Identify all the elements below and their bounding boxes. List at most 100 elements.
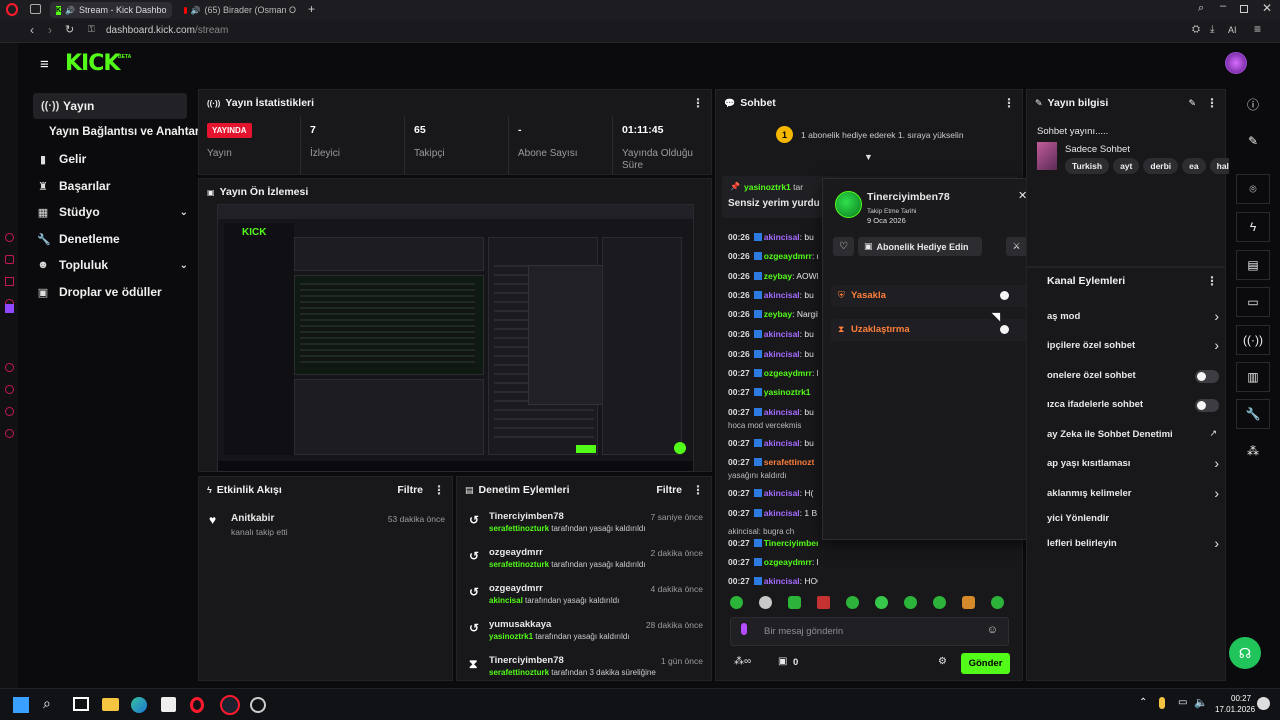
channel-action-row[interactable]: lefleri belirleyin › [1047,535,1219,555]
help-button[interactable]: ☊ [1229,637,1261,669]
tab-kick-dashboard[interactable]: K 🔊 Stream - Kick Dashbo [50,2,172,18]
search-icon[interactable]: ⌕ [43,695,51,712]
pencil-icon[interactable]: ✎ [1236,126,1270,156]
emote-icon[interactable] [991,596,1004,609]
gift-leaderboard-banner[interactable]: 1 1 abonelik hediye ederek 1. sıraya yük… [776,126,964,143]
lightning-icon[interactable]: ϟ [1236,212,1270,242]
sidebar-app-icon[interactable] [5,277,14,286]
emote-icon[interactable] [759,596,772,609]
emote-icon[interactable] [875,596,888,609]
toggle-switch[interactable] [1195,399,1219,412]
filter-button[interactable]: Filtre [656,484,682,496]
emote-icon[interactable] [817,596,830,609]
chat-bubble-icon[interactable]: ▭ [1236,287,1270,317]
info-icon[interactable]: ⓘ [1236,89,1270,119]
close-window-icon[interactable]: ✕ [1262,1,1272,15]
avatar[interactable] [835,191,862,218]
emote-icon[interactable] [962,596,975,609]
edit-icon[interactable]: ✎ [1188,98,1196,109]
chat-message[interactable]: 00:27 serafettinozt [728,457,818,467]
workspace-icon[interactable] [30,4,41,14]
url-field[interactable]: dashboard.kick.com/stream [106,25,228,36]
chat-message[interactable]: 00:27 yasinoztrk1 [728,387,818,397]
network-icon[interactable]: ▭ [1178,697,1187,708]
clock-time[interactable]: 00:27 [1231,694,1251,703]
menu-icon[interactable]: ≡ [1254,22,1261,36]
username[interactable]: Tinerciyimben78 [867,191,950,203]
timeout-row[interactable]: ⧗ Uzaklaştırma [831,319,1027,341]
emote-icon[interactable] [904,596,917,609]
hamburger-menu-icon[interactable]: ≡ [40,56,49,73]
chat-message[interactable]: akincisal: bugra ch [728,526,818,536]
windows-start-icon[interactable] [13,697,29,713]
chat-message[interactable]: 00:27Tinerciyimben7 [728,538,818,548]
notification-icon[interactable] [1257,697,1270,710]
channel-action-row[interactable]: onelere özel sohbet [1047,367,1219,387]
emote-icon[interactable] [846,596,859,609]
more-options-icon[interactable]: ⋮ [1206,96,1218,110]
chat-message[interactable]: yasağını kaldırdı [728,470,818,480]
twitch-icon[interactable] [5,304,14,313]
ai-button[interactable]: AI [1228,25,1237,35]
channel-action-row[interactable]: ap yaşı kısıtlaması › [1047,455,1219,475]
people-icon[interactable]: ⁂∞ [734,656,751,667]
clock-date[interactable]: 17.01.2026 [1215,705,1255,714]
chat-message[interactable]: 00:27akincisal: HOCAM [728,576,818,586]
emote-icon[interactable] [933,596,946,609]
mod-shield-button[interactable]: ⚔ [1006,237,1027,256]
filter-button[interactable]: Filtre [397,484,423,496]
sidebar-app-icon[interactable] [5,407,14,416]
camera-icon[interactable]: ⌾ [1236,174,1270,204]
more-options-icon[interactable]: ⋮ [1206,274,1218,288]
tag-chip[interactable]: ayt [1113,158,1140,174]
chat-input[interactable]: Bir mesaj gönderin ☺ [730,617,1009,646]
chat-message[interactable]: 00:26 akincisal: bu [728,232,818,242]
chat-message[interactable]: 00:26ozgeaydmrr: na [728,251,818,261]
send-button[interactable]: Gönder [961,653,1010,674]
store-icon[interactable] [161,697,176,712]
microphone-icon[interactable] [741,623,747,635]
more-options-icon[interactable]: ⋮ [692,96,704,110]
opera-logo-icon[interactable] [6,3,18,16]
sidebar-item-achievements[interactable]: ♜ Başarılar [33,173,110,199]
chat-message[interactable]: 00:27ozgeaydmrr: hocam ya [728,557,818,567]
chat-message[interactable]: 00:27ozgeaydmrr: he [728,368,818,378]
reload-icon[interactable]: ↻ [65,23,74,36]
chat-message[interactable]: 00:26zeybay: AOWM [728,271,818,281]
volume-icon[interactable]: 🔈 [1194,696,1208,709]
more-options-icon[interactable]: ⋮ [433,483,445,497]
download-icon[interactable]: ⤓ [1210,24,1214,35]
minimize-icon[interactable]: – [1220,0,1226,12]
channel-action-row[interactable]: ipçilere özel sohbet › [1047,337,1219,357]
chat-message[interactable]: 00:27 akincisal: 1 B [728,508,818,518]
tray-chevron-icon[interactable]: ⌃ [1139,697,1147,708]
opera-icon[interactable] [190,697,204,713]
chat-message[interactable]: 00:26 akincisal: bu [728,290,818,300]
sidebar-app-icon[interactable] [5,233,14,242]
emote-icon[interactable] [730,596,743,609]
sidebar-app-icon[interactable] [5,255,14,264]
people-icon[interactable]: ⁂ [1236,436,1270,466]
channel-action-row[interactable]: ay Zeka ile Sohbet Denetimi ↗ [1047,426,1219,446]
settings-icon[interactable]: ⚙ [938,656,947,667]
extensions-icon[interactable]: ⛭ [1192,24,1200,35]
sidebar-item-moderation[interactable]: 🔧 Denetleme [33,226,120,252]
channel-action-row[interactable]: aklanmış kelimeler › [1047,485,1219,505]
gift-icon[interactable]: ▣ [778,656,787,667]
broadcast-icon[interactable]: ((·)) [1236,325,1270,355]
chat-message[interactable]: 00:26 akincisal: bu [728,329,818,339]
follow-heart-button[interactable]: ♡ [833,237,854,256]
toggle-switch[interactable] [1195,370,1219,383]
gift-sub-button[interactable]: ▣ Abonelik Hediye Edin [858,237,982,256]
tab-youtube[interactable]: 🔊 (65) Birader (Osman O [178,2,302,18]
new-tab-icon[interactable]: + [308,2,315,16]
stream-video-preview[interactable]: KICK [217,204,694,472]
tag-chip[interactable]: Turkish [1065,158,1110,174]
forward-icon[interactable]: › [48,23,52,37]
chat-message[interactable]: 00:27 akincisal: bu [728,438,818,448]
document-icon[interactable]: ▤ [1236,250,1270,280]
edge-icon[interactable] [131,697,147,713]
maximize-icon[interactable] [1240,5,1248,13]
emoji-icon[interactable]: ☺ [987,624,998,636]
tag-chip[interactable]: derbi [1143,158,1179,174]
